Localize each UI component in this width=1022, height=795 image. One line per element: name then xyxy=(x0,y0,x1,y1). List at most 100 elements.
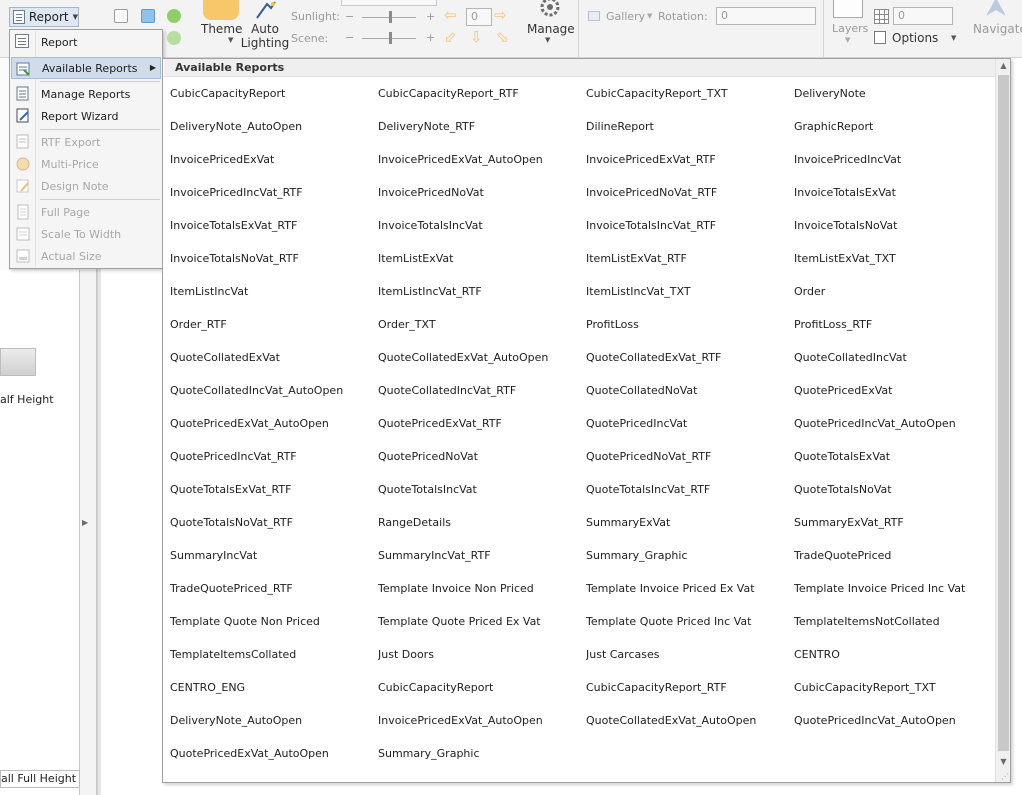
report-item[interactable]: QuotePricedNoVat_RTF xyxy=(586,446,794,479)
report-item[interactable]: SummaryIncVat_RTF xyxy=(378,545,586,578)
cabinet-thumbnail[interactable] xyxy=(0,348,36,376)
report-item[interactable]: ItemListIncVat_RTF xyxy=(378,281,586,314)
report-item[interactable]: TemplateItemsCollated xyxy=(170,644,378,677)
auto-lighting-icon[interactable] xyxy=(253,0,277,20)
report-item[interactable]: InvoiceTotalsIncVat xyxy=(378,215,586,248)
sunlight-slider-thumb[interactable] xyxy=(389,11,392,23)
report-item[interactable]: InvoiceTotalsIncVat_RTF xyxy=(586,215,794,248)
manage-label[interactable]: Manage xyxy=(527,22,575,36)
report-dropdown-button[interactable]: Report ▼ xyxy=(9,7,79,27)
layers-label[interactable]: Layers xyxy=(832,22,868,35)
report-item[interactable]: QuoteTotalsNoVat_RTF xyxy=(170,512,378,545)
report-item[interactable]: CubicCapacityReport xyxy=(170,83,378,116)
arrow-right-icon[interactable]: ⇨ xyxy=(494,6,507,24)
gear-icon[interactable] xyxy=(538,0,562,18)
report-item[interactable]: Template Quote Non Priced xyxy=(170,611,378,644)
report-item[interactable]: TradeQuotePriced xyxy=(794,545,1000,578)
options-label[interactable]: Options xyxy=(892,31,938,45)
report-item[interactable]: InvoiceTotalsExVat xyxy=(794,182,1000,215)
report-item[interactable]: QuotePricedIncVat xyxy=(586,413,794,446)
report-item[interactable]: QuotePricedIncVat_RTF xyxy=(170,446,378,479)
report-item[interactable]: DeliveryNote_RTF xyxy=(378,116,586,149)
report-item[interactable]: QuoteCollatedExVat_RTF xyxy=(586,347,794,380)
half-height-label[interactable]: alf Height xyxy=(0,393,54,406)
report-item[interactable]: QuoteTotalsIncVat xyxy=(378,479,586,512)
report-item[interactable]: QuotePricedIncVat_AutoOpen xyxy=(794,413,1000,446)
report-item[interactable]: InvoicePricedExVat_RTF xyxy=(586,149,794,182)
chevron-right-icon[interactable]: ▶ xyxy=(82,518,88,527)
report-item[interactable]: ItemListExVat_RTF xyxy=(586,248,794,281)
report-item[interactable]: QuoteTotalsExVat xyxy=(794,446,1000,479)
menu-item-manage-reports[interactable]: Manage Reports xyxy=(11,83,161,105)
report-item[interactable]: CubicCapacityReport xyxy=(378,677,586,710)
report-item[interactable]: CubicCapacityReport_TXT xyxy=(586,83,794,116)
report-item[interactable]: QuotePricedExVat_AutoOpen xyxy=(170,413,378,446)
report-item[interactable]: InvoiceTotalsNoVat xyxy=(794,215,1000,248)
report-item[interactable]: DeliveryNote xyxy=(794,83,1000,116)
theme-icon[interactable] xyxy=(203,0,239,20)
report-item[interactable]: InvoicePricedIncVat xyxy=(794,149,1000,182)
arrow-left-icon[interactable]: ⇦ xyxy=(444,6,457,24)
report-item[interactable]: QuoteCollatedExVat_AutoOpen xyxy=(378,347,586,380)
report-item[interactable]: Template Invoice Non Priced xyxy=(378,578,586,611)
gallery-icon[interactable] xyxy=(588,11,600,21)
report-item[interactable]: ItemListIncVat xyxy=(170,281,378,314)
report-item[interactable]: ProfitLoss xyxy=(586,314,794,347)
report-item[interactable]: TemplateItemsNotCollated xyxy=(794,611,1000,644)
reports-scrollbar[interactable]: ▲ ▼ xyxy=(995,59,1010,782)
angle-input[interactable]: 0 xyxy=(466,8,492,26)
report-item[interactable]: Template Invoice Priced Ex Vat xyxy=(586,578,794,611)
report-item[interactable]: InvoiceTotalsExVat_RTF xyxy=(170,215,378,248)
report-item[interactable]: InvoicePricedNoVat xyxy=(378,182,586,215)
report-item[interactable]: Template Quote Priced Inc Vat xyxy=(586,611,794,644)
report-item[interactable]: InvoicePricedNoVat_RTF xyxy=(586,182,794,215)
report-item[interactable]: QuotePricedNoVat xyxy=(378,446,586,479)
report-item[interactable]: QuoteCollatedExVat xyxy=(170,347,378,380)
report-item[interactable]: Order_RTF xyxy=(170,314,378,347)
gallery-label[interactable]: Gallery xyxy=(606,10,645,23)
report-item[interactable]: QuotePricedIncVat_AutoOpen xyxy=(794,710,1000,743)
scroll-up-icon[interactable]: ▲ xyxy=(998,61,1009,70)
report-item[interactable]: CubicCapacityReport_TXT xyxy=(794,677,1000,710)
report-item[interactable]: InvoicePricedExVat xyxy=(170,149,378,182)
report-item[interactable]: InvoicePricedIncVat_RTF xyxy=(170,182,378,215)
sunlight-input-top[interactable] xyxy=(341,0,437,6)
report-item[interactable]: SummaryExVat_RTF xyxy=(794,512,1000,545)
report-item[interactable]: Just Doors xyxy=(378,644,586,677)
theme-label[interactable]: Theme xyxy=(201,22,242,36)
arrow-down-left-icon[interactable]: ⬃ xyxy=(444,28,457,46)
report-item[interactable]: ItemListExVat_TXT xyxy=(794,248,1000,281)
report-item[interactable]: DeliveryNote_AutoOpen xyxy=(170,116,378,149)
scene-slider-thumb[interactable] xyxy=(389,32,392,44)
report-item[interactable]: InvoicePricedExVat_AutoOpen xyxy=(378,710,586,743)
report-item[interactable]: Just Carcases xyxy=(586,644,794,677)
report-item[interactable]: QuotePricedExVat_AutoOpen xyxy=(170,743,378,776)
grid-icon[interactable] xyxy=(874,9,889,24)
navigate-icon[interactable] xyxy=(983,0,1009,18)
report-item[interactable]: SummaryIncVat xyxy=(170,545,378,578)
report-item[interactable]: QuoteTotalsExVat_RTF xyxy=(170,479,378,512)
report-item[interactable]: ProfitLoss_RTF xyxy=(794,314,1000,347)
report-item[interactable]: InvoiceTotalsNoVat_RTF xyxy=(170,248,378,281)
add-green-icon[interactable] xyxy=(167,9,181,23)
auto-lighting-label[interactable]: Auto Lighting xyxy=(240,22,290,50)
report-item[interactable]: QuoteCollatedExVat_AutoOpen xyxy=(586,710,794,743)
navigate-label[interactable]: Navigate xyxy=(973,22,1022,36)
report-item[interactable]: QuotePricedExVat xyxy=(794,380,1000,413)
arrow-down-right-icon[interactable]: ⬂ xyxy=(496,28,509,46)
menu-item-report-wizard[interactable]: Report Wizard xyxy=(11,105,161,127)
settings-green-icon[interactable] xyxy=(167,31,181,45)
report-item[interactable]: CubicCapacityReport_RTF xyxy=(586,677,794,710)
report-item[interactable]: Order xyxy=(794,281,1000,314)
report-item[interactable]: DilineReport xyxy=(586,116,794,149)
grid-input[interactable]: 0 xyxy=(893,7,953,25)
menu-item-available-reports[interactable]: Available Reports ▶ xyxy=(11,57,161,79)
report-item[interactable]: QuotePricedExVat_RTF xyxy=(378,413,586,446)
report-item[interactable]: TradeQuotePriced_RTF xyxy=(170,578,378,611)
report-item[interactable]: QuoteCollatedIncVat_AutoOpen xyxy=(170,380,378,413)
scroll-down-icon[interactable]: ▼ xyxy=(998,757,1009,766)
report-item[interactable]: QuoteTotalsNoVat xyxy=(794,479,1000,512)
report-item[interactable]: InvoicePricedExVat_AutoOpen xyxy=(378,149,586,182)
report-item[interactable]: QuoteCollatedIncVat xyxy=(794,347,1000,380)
arrow-down-icon[interactable]: ⇩ xyxy=(470,28,483,46)
